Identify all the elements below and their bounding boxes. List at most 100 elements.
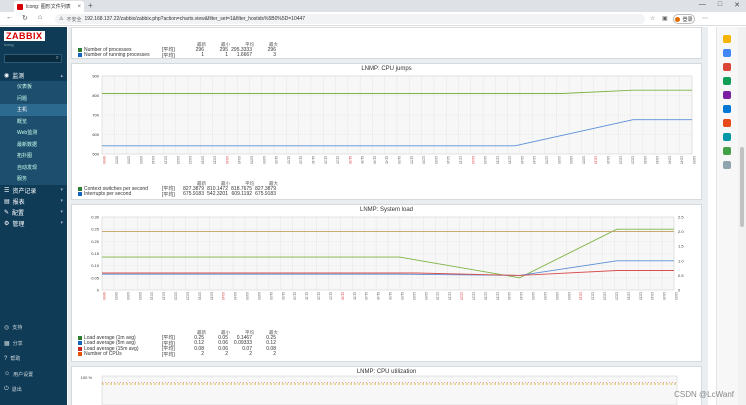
x-tick-label: 13:00 [555, 292, 559, 300]
subnav-services[interactable]: 服务 [0, 173, 67, 185]
tree-icon[interactable] [723, 147, 731, 155]
app-icon[interactable] [723, 119, 731, 127]
x-tick-label: 11:40 [364, 292, 368, 300]
app-icon[interactable] [723, 133, 731, 141]
cpu-jumps-legend: 最新 最小 平均 最大 Context switches per second [平均] 8… [78, 181, 278, 198]
cpu-utilization-graph-panel: LNMP: CPU utilization 100 % [71, 366, 702, 405]
nav-user-settings[interactable]: ☺ 用户设置 [0, 367, 67, 383]
nav-help[interactable]: ? 帮助 [0, 351, 67, 367]
cpu-jumps-chart[interactable]: 09:50 09:55 10:00 10:05 10:10 10:15 10:20 10:25… [72, 72, 701, 187]
nav-share[interactable]: ▦ 分享 [0, 336, 67, 352]
legend-name: Number of CPUs [84, 351, 122, 358]
shopping-icon[interactable] [723, 49, 731, 57]
add-icon[interactable] [723, 161, 731, 169]
new-tab-icon[interactable]: + [88, 1, 93, 10]
x-tick-label: 12:55 [543, 292, 547, 300]
sidebar: ZABBIX lcong ⌕ ◉ 监测 ▴ 仪表板 问题 主机 概览 Web监测… [0, 27, 67, 405]
games-icon[interactable] [723, 77, 731, 85]
y2-tick-label: 2.5 [678, 215, 684, 220]
nav-signout[interactable]: ⏻ 退出 [0, 382, 67, 398]
legend-row: Interrupts per second [平均] 675.9183 542.320… [78, 191, 278, 198]
office-icon[interactable] [723, 91, 731, 99]
more-icon[interactable]: ⋯ [702, 15, 708, 22]
search-input[interactable]: ⌕ [4, 54, 62, 63]
processes-legend: 最新 最小 平均 最大 Number of processes [平均] 296… [78, 42, 278, 59]
nav-configuration[interactable]: ✎ 配置 ▾ [0, 207, 67, 218]
subnav-problems[interactable]: 问题 [0, 93, 67, 105]
nav-administration[interactable]: ⚙ 管理 ▾ [0, 218, 67, 229]
collections-icon[interactable]: ▣ [662, 15, 668, 22]
x-tick-label: 11:25 [336, 156, 340, 164]
window-controls: — □ ✕ [699, 1, 740, 9]
legend-value: 2 [225, 351, 228, 358]
zabbix-favicon-icon [17, 3, 23, 10]
x-tick-label: 11:40 [372, 156, 376, 164]
url-box[interactable]: ⚠ 不安全 192.168.137.22/zabbix/zabbix.php?a… [55, 14, 645, 24]
page-scrollbar[interactable] [738, 27, 746, 405]
user-icon: ☺ [4, 371, 11, 378]
list-icon: ☰ [4, 187, 10, 194]
nav-reports[interactable]: ▤ 报表 ▾ [0, 196, 67, 207]
subnav-overview[interactable]: 概览 [0, 116, 67, 128]
minimize-icon[interactable]: — [699, 1, 706, 9]
subnav-latest-data[interactable]: 最新数据 [0, 139, 67, 151]
x-tick-label: 13:40 [667, 156, 671, 164]
x-tick-label: 10:45 [233, 292, 237, 300]
subnav-web[interactable]: Web监测 [0, 127, 67, 139]
system-load-chart[interactable]: 09:50 09:55 10:00 10:05 10:10 10:15 10:20 10:25… [72, 213, 701, 337]
x-tick-label: 12:30 [495, 156, 499, 164]
outlook-icon[interactable] [723, 105, 731, 113]
reload-icon[interactable]: ↻ [22, 14, 28, 22]
close-tab-icon[interactable]: × [77, 4, 81, 10]
search-icon[interactable]: ⌕ [56, 55, 59, 62]
subnav-discovery[interactable]: 自动发现 [0, 162, 67, 174]
x-tick-label: 11:30 [340, 292, 344, 300]
nav-support[interactable]: ◎ 支持 [0, 320, 67, 336]
x-tick-label: 11:50 [397, 156, 401, 164]
nav-help-label: 帮助 [10, 356, 21, 363]
nav-reports-label: 报表 [12, 199, 25, 206]
x-tick-label: 10:20 [176, 156, 180, 164]
chevron-down-icon: ▾ [60, 187, 63, 193]
subnav-dashboard[interactable]: 仪表板 [0, 81, 67, 93]
x-tick-label: 12:35 [495, 292, 499, 300]
nav-monitoring[interactable]: ◉ 监测 ▴ [0, 70, 67, 81]
tag-icon[interactable] [723, 35, 731, 43]
tools-icon[interactable] [723, 63, 731, 71]
x-tick-label: 10:25 [185, 292, 189, 300]
y-tick-label: 0.15 [91, 251, 100, 256]
legend-fn: [平均] [162, 52, 175, 59]
x-tick-label: 12:10 [436, 292, 440, 300]
subnav-maps[interactable]: 拓扑图 [0, 150, 67, 162]
profile-button[interactable]: 登录 [673, 14, 695, 24]
nav-administration-label: 管理 [12, 221, 25, 228]
browser-tab[interactable]: lcong: 图形文件列表 × [14, 1, 84, 12]
chevron-up-icon: ▴ [60, 72, 63, 79]
x-tick-label: 11:45 [376, 292, 380, 300]
y2-tick-label: 0 [678, 288, 681, 293]
address-bar-row: ← ↻ ⌂ ⚠ 不安全 192.168.137.22/zabbix/zabbix… [0, 12, 746, 26]
favorites-icon[interactable]: ☆ [650, 15, 655, 22]
back-icon[interactable]: ← [6, 14, 13, 21]
subnav-hosts[interactable]: 主机 [0, 104, 67, 116]
x-tick-label: 13:05 [567, 292, 571, 300]
legend-value: 3 [273, 52, 276, 59]
legend-value: 542.3201 [207, 191, 228, 198]
nav-inventory[interactable]: ☰ 资产记录 ▾ [0, 185, 67, 196]
nav-share-label: 分享 [12, 340, 23, 347]
x-tick-label: 12:50 [531, 292, 535, 300]
zabbix-logo[interactable]: ZABBIX [4, 31, 45, 41]
nav-user-settings-label: 用户设置 [13, 371, 34, 378]
x-tick-label: 11:15 [305, 292, 309, 300]
home-icon[interactable]: ⌂ [38, 14, 42, 21]
close-window-icon[interactable]: ✕ [734, 1, 740, 9]
legend-value: 1 [201, 52, 204, 59]
x-tick-label: 10:35 [213, 156, 217, 164]
cpu-utilization-chart[interactable]: 100 % [72, 375, 701, 405]
maximize-icon[interactable]: □ [718, 1, 722, 9]
legend-swatch [78, 346, 82, 351]
chevron-down-icon: ▾ [60, 220, 63, 226]
x-tick-label: 10:45 [237, 156, 241, 164]
scrollbar-thumb[interactable] [740, 147, 744, 227]
server-name: lcong [4, 42, 14, 47]
